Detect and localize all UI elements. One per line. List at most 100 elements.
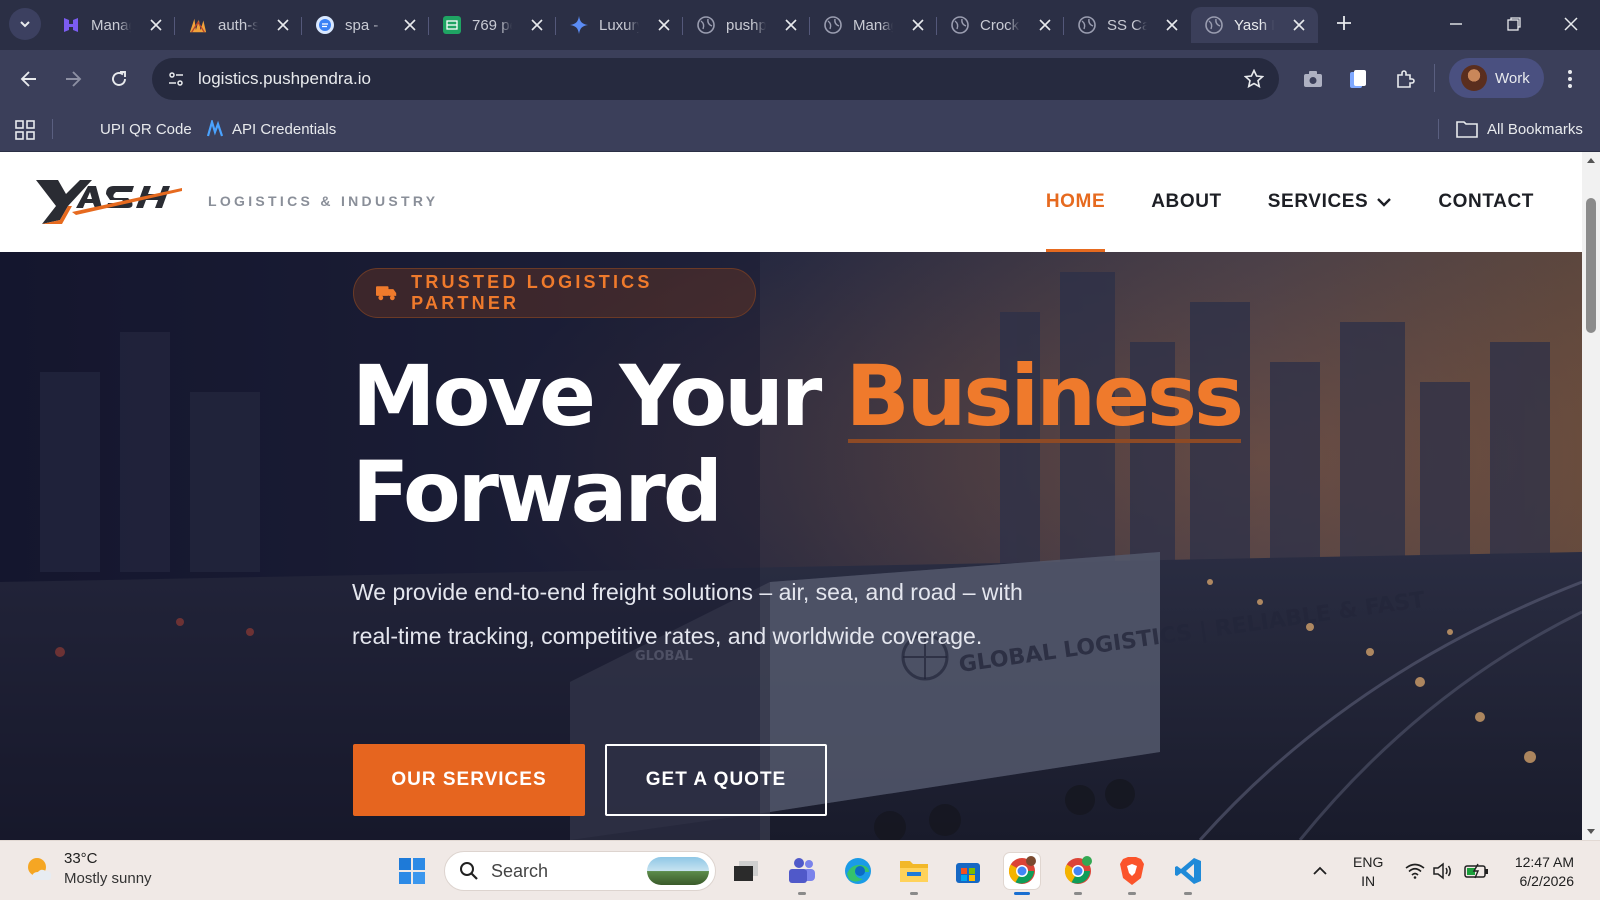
nav-contact[interactable]: CONTACT: [1438, 152, 1534, 252]
close-icon[interactable]: [401, 16, 419, 34]
brave-app[interactable]: [1114, 853, 1150, 895]
headline-part-2: Forward: [352, 443, 723, 541]
our-services-button[interactable]: OUR SERVICES: [353, 744, 585, 816]
close-icon[interactable]: [274, 16, 292, 34]
start-button[interactable]: [394, 853, 430, 889]
nav-label: ABOUT: [1151, 191, 1222, 212]
close-icon[interactable]: [909, 16, 927, 34]
tab[interactable]: Manage: [810, 7, 937, 43]
close-icon[interactable]: [1163, 16, 1181, 34]
scrollbar-thumb[interactable]: [1586, 198, 1596, 333]
close-icon[interactable]: [782, 16, 800, 34]
scroll-down-icon[interactable]: [1586, 826, 1596, 836]
main-nav: HOME ABOUT SERVICES CONTACT: [1000, 152, 1534, 252]
language-indicator[interactable]: ENG IN: [1353, 853, 1383, 891]
running-indicator: [1014, 892, 1030, 895]
browser-menu-button[interactable]: [1560, 66, 1580, 92]
task-view-icon: [734, 861, 758, 881]
volume-status[interactable]: [1432, 841, 1454, 900]
toolbar-divider: [1434, 64, 1435, 92]
close-window-button[interactable]: [1557, 10, 1585, 38]
trusted-badge: TRUSTED LOGISTICS PARTNER: [353, 268, 756, 318]
profile-label: Work: [1495, 69, 1530, 87]
clock-date: 6/2/2026: [1519, 873, 1575, 889]
chrome-profile-app[interactable]: [1060, 853, 1096, 895]
tab[interactable]: pushpendra: [683, 7, 810, 43]
new-tab-button[interactable]: [1333, 12, 1355, 34]
tab-title: 769 pending: [472, 16, 512, 34]
tab-search-button[interactable]: [9, 8, 41, 40]
reload-button[interactable]: [104, 64, 134, 94]
badge-text: TRUSTED LOGISTICS PARTNER: [411, 272, 653, 313]
scroll-up-icon[interactable]: [1586, 156, 1596, 166]
hero-section: GLOBAL LOGISTICS | RELIABLE & FAST GLOBA…: [0, 252, 1582, 840]
taskbar-search[interactable]: Search: [444, 851, 716, 891]
bookmark-star-icon[interactable]: [1243, 68, 1265, 90]
yash-logo[interactable]: [32, 172, 184, 228]
restore-icon: [1507, 17, 1521, 31]
gemini-icon: [570, 16, 588, 34]
site-info-icon[interactable]: [162, 65, 190, 93]
browser-toolbar: logistics.pushpendra.io Work: [0, 50, 1600, 107]
show-hidden-icons-button[interactable]: [1312, 841, 1328, 900]
clipboard-extension-icon[interactable]: [1345, 66, 1371, 92]
tab[interactable]: SS Cafe: [1064, 7, 1191, 43]
extensions-puzzle-icon[interactable]: [1392, 66, 1418, 92]
headline-accent: Business: [845, 347, 1244, 445]
close-icon[interactable]: [655, 16, 673, 34]
restore-button[interactable]: [1500, 10, 1528, 38]
running-indicator: [1074, 892, 1082, 895]
get-a-quote-button[interactable]: GET A QUOTE: [605, 744, 827, 816]
close-icon[interactable]: [1290, 16, 1308, 34]
minimize-button[interactable]: [1442, 10, 1470, 38]
windows-taskbar: 33°C Mostly sunny Search ENG IN 12:47 AM…: [0, 840, 1600, 900]
tab[interactable]: Crockery: [937, 7, 1064, 43]
forward-button[interactable]: [58, 64, 88, 94]
vscode-app[interactable]: [1170, 853, 1206, 895]
close-icon[interactable]: [1036, 16, 1054, 34]
nav-home[interactable]: HOME: [1045, 152, 1106, 252]
bookmarks-bar: UPI QR Code API Credentials All Bookmark…: [0, 107, 1600, 152]
tab[interactable]: Manage: [48, 7, 175, 43]
search-placeholder: Search: [491, 860, 549, 881]
store-app[interactable]: [950, 853, 986, 889]
teams-app[interactable]: [784, 853, 820, 895]
wifi-status[interactable]: [1405, 841, 1425, 900]
language-code: ENG: [1353, 854, 1384, 870]
edge-app[interactable]: [840, 853, 876, 889]
tab[interactable]: 769 pending: [429, 7, 556, 43]
minimize-icon: [1450, 23, 1462, 25]
all-bookmarks-button[interactable]: All Bookmarks: [1456, 115, 1583, 143]
tab[interactable]: Luxury: [556, 7, 683, 43]
bookmark-label: API Credentials: [232, 120, 337, 138]
close-icon[interactable]: [147, 16, 165, 34]
globe-icon: [1205, 16, 1223, 34]
page-scrollbar[interactable]: [1582, 152, 1600, 840]
battery-status[interactable]: [1463, 841, 1491, 900]
bookmark-api-credentials[interactable]: API Credentials: [206, 115, 336, 143]
tab[interactable]: spa -: [302, 7, 429, 43]
arrow-left-icon: [20, 71, 36, 87]
tab-active[interactable]: Yash Logistics: [1191, 7, 1318, 43]
nav-about[interactable]: ABOUT: [1151, 152, 1222, 252]
folder-icon: [900, 861, 928, 882]
weather-widget[interactable]: 33°C Mostly sunny: [24, 849, 152, 889]
nav-services[interactable]: SERVICES: [1268, 152, 1393, 252]
back-button[interactable]: [14, 64, 44, 94]
tab[interactable]: auth-service: [175, 7, 302, 43]
web-page: LOGISTICS & INDUSTRY HOME ABOUT SERVICES…: [0, 152, 1582, 840]
address-bar[interactable]: logistics.pushpendra.io: [152, 58, 1279, 100]
file-explorer-app[interactable]: [896, 853, 932, 895]
task-view-button[interactable]: [728, 853, 764, 889]
bookmark-upi-qr[interactable]: UPI QR Code: [100, 115, 192, 143]
chevron-up-icon: [1313, 866, 1327, 875]
profile-button[interactable]: Work: [1449, 58, 1544, 98]
chrome-work-app[interactable]: [1004, 853, 1040, 895]
browser-tab-strip: Manage auth-service spa - 769 pending Lu…: [0, 0, 1600, 50]
apps-grid-icon[interactable]: [14, 119, 36, 141]
close-icon[interactable]: [528, 16, 546, 34]
screenshot-icon[interactable]: [1300, 66, 1326, 92]
tab-title: SS Cafe: [1107, 16, 1147, 34]
system-clock[interactable]: 12:47 AM 6/2/2026: [1508, 853, 1574, 891]
weather-temp: 33°C: [64, 850, 98, 867]
